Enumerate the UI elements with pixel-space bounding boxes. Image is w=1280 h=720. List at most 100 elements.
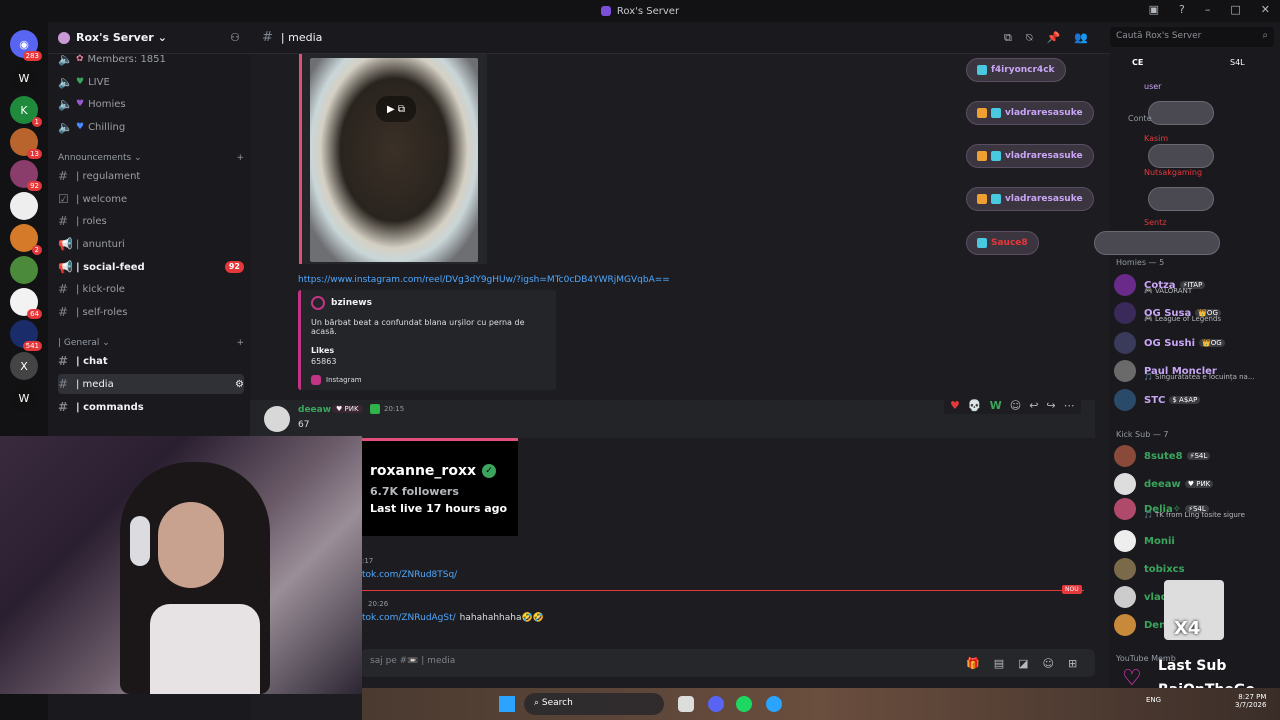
channel-anunturi[interactable]: 📢 | anunturi (58, 234, 244, 254)
channel-welcome[interactable]: ☑ | welcome (58, 189, 244, 209)
member-row[interactable]: Monii (1114, 528, 1276, 554)
new-messages-divider (362, 590, 1084, 591)
hash-icon: # (58, 400, 69, 414)
crown-icon (977, 108, 987, 118)
search-input[interactable]: Caută Rox's Server ⌕ (1110, 27, 1274, 47)
taskbar-search[interactable]: ⌕ Search (524, 693, 664, 715)
voice-channel[interactable]: 🔈 ✿ Members: 1851 (58, 49, 244, 69)
badge: 2 (31, 245, 42, 255)
media-embed[interactable]: ▶ ⧉ (299, 54, 487, 264)
react-w-button[interactable]: W (990, 399, 1002, 412)
help-icon[interactable]: ? (1179, 3, 1185, 16)
add-member-icon[interactable]: ⚇ (230, 31, 240, 44)
embed-author[interactable]: bzinews (331, 298, 372, 308)
member-badge: ♥ PИK (1184, 480, 1214, 488)
stream-user: vladraresasuke (1005, 108, 1083, 118)
stream-event: f4iryoncr4ck (966, 58, 1066, 82)
channel-chat[interactable]: # | chat (58, 351, 244, 371)
server-icon[interactable]: 2 (10, 224, 42, 255)
member-row[interactable]: OG Sushi 👑OG (1114, 330, 1276, 356)
voice-channel[interactable]: 🔈 ♥ LIVE (58, 72, 244, 92)
message-text: hahahahhaha🤣🤣 (459, 613, 544, 623)
member-row[interactable]: STC $ A$AP (1114, 387, 1276, 413)
category-general[interactable]: | General ⌄ + (58, 338, 244, 348)
add-channel-icon[interactable]: + (236, 153, 244, 163)
close-button[interactable]: ✕ (1261, 3, 1270, 16)
chevron-down-icon: ⌄ (157, 31, 167, 44)
channel-roles[interactable]: # | roles (58, 211, 244, 231)
avatar[interactable] (264, 406, 290, 432)
member-row[interactable]: tobixcs (1114, 556, 1276, 582)
threads-icon[interactable]: ⧉ (1004, 31, 1012, 45)
server-icon[interactable]: K1 (10, 96, 42, 127)
channel-commands[interactable]: # | commands (58, 397, 244, 417)
maximize-button[interactable]: □ (1230, 3, 1240, 16)
clock-time: 8:27 PM (1238, 693, 1267, 701)
server-icon[interactable]: 13 (10, 128, 42, 159)
channel-kick-role[interactable]: # | kick-role (58, 279, 244, 299)
react-heart-button[interactable]: ♥ (950, 399, 960, 412)
clock[interactable]: 8:27 PM 3/7/2026 (1235, 693, 1266, 709)
server-icon[interactable]: X (10, 352, 38, 380)
voice-channel[interactable]: 🔈 ♥ Homies (58, 94, 244, 114)
spotify-icon[interactable] (736, 696, 752, 712)
server-icon[interactable] (10, 192, 38, 220)
inbox-icon[interactable]: ▣ (1149, 3, 1159, 16)
file-explorer-icon[interactable] (678, 696, 694, 712)
member-name: STC (1144, 394, 1166, 406)
instagram-link[interactable]: https://www.instagram.com/reel/DVg3dY9gH… (298, 275, 670, 285)
video-thumbnail[interactable] (310, 58, 478, 262)
unread-badge: 92 (224, 261, 244, 273)
likes-value: 65863 (311, 357, 337, 366)
members-icon[interactable]: 👥 (1074, 31, 1088, 45)
megaphone-icon: 📢 (58, 260, 73, 274)
pin-icon[interactable]: 📌 (1046, 31, 1060, 45)
member-row[interactable]: Cotza ⚡ITAP 🎮 VALORANT (1114, 272, 1276, 298)
server-icon[interactable] (10, 256, 38, 284)
server-icon[interactable]: 541 (10, 320, 42, 351)
tiktok-link[interactable]: tok.com/ZNRudAgSt/ (362, 613, 456, 623)
sticker-icon[interactable]: ◪ (1018, 657, 1028, 670)
voice-channel[interactable]: 🔈 ♥ Chilling (58, 117, 244, 137)
mute-icon[interactable]: ⍉ (1026, 31, 1033, 45)
member-row[interactable]: 8sute8 ⚡S4L (1114, 443, 1276, 469)
minimize-button[interactable]: – (1205, 3, 1211, 16)
gift-icon[interactable]: 🎁 (966, 657, 980, 670)
play-button[interactable]: ▶ ⧉ (376, 96, 416, 122)
settings-icon[interactable]: ⚙ (235, 379, 244, 390)
discord-icon[interactable] (708, 696, 724, 712)
windows-start-icon[interactable] (499, 696, 515, 712)
member-partial: Sentz (1144, 218, 1167, 227)
gif-icon[interactable]: ▤ (994, 657, 1004, 670)
category-announcements[interactable]: Announcements ⌄ + (58, 153, 244, 163)
apps-icon[interactable]: ⊞ (1068, 657, 1077, 670)
channel-regulament[interactable]: # | regulament (58, 166, 244, 186)
home-icon[interactable]: ◉ 283 (10, 30, 42, 61)
channel-label: | roles (76, 215, 107, 227)
more-icon[interactable]: ⋯ (1064, 399, 1075, 412)
react-skull-button[interactable]: 💀 (968, 399, 982, 412)
forward-icon[interactable]: ↪ (1046, 399, 1055, 412)
server-icon[interactable]: 64 (10, 288, 42, 319)
member-row[interactable]: OG Susa 👑OG 🎮 League of Legends (1114, 300, 1276, 326)
kick-last-live: Last live 17 hours ago (370, 502, 508, 515)
channel-social-feed[interactable]: 📢 | social-feed 92 (58, 257, 244, 277)
member-row[interactable]: deeaw ♥ PИK (1114, 471, 1276, 497)
add-reaction-icon[interactable]: ☺ (1010, 399, 1021, 412)
channel-self-roles[interactable]: # | self-roles (58, 302, 244, 322)
hash-icon: # (58, 305, 69, 319)
tiktok-link[interactable]: tok.com/ZNRud8TSq/ (362, 570, 457, 580)
reply-icon[interactable]: ↩ (1029, 399, 1038, 412)
server-w-icon[interactable]: W (10, 64, 38, 92)
channel-media[interactable]: # | media ⚙ (58, 374, 244, 394)
message-author[interactable]: deeaw (298, 405, 331, 415)
add-channel-icon[interactable]: + (236, 338, 244, 348)
message-time: 20:15 (384, 405, 405, 413)
emoji-icon[interactable]: ☺ (1043, 657, 1054, 670)
server-icon[interactable]: W (10, 384, 38, 412)
server-icon[interactable]: 92 (10, 160, 42, 191)
language-indicator[interactable]: ENG (1146, 696, 1161, 704)
member-row[interactable]: Delia✧ ⚡S4L 🎵 TK from Ling tosite sigure (1114, 496, 1276, 522)
member-row[interactable]: Paul Moncler 🎵 Singurătatea e locuința na… (1114, 358, 1276, 384)
edge-icon[interactable] (766, 696, 782, 712)
